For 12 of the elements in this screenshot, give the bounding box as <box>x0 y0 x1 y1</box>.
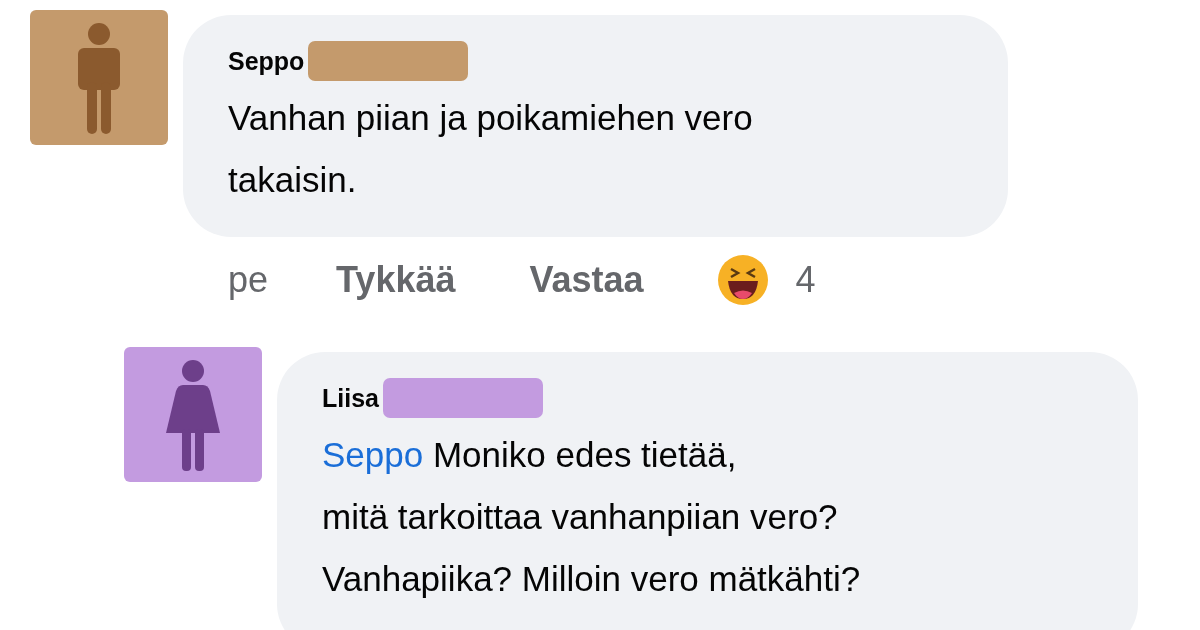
laughing-emoji-icon <box>717 255 768 305</box>
comment-text: Vanhan piian ja poikamiehen vero takaisin. <box>228 97 754 201</box>
comment-text: Seppo Moniko edes tietää, mitä tarkoittaa vanhanpiian vero? Vanhapiika? Milloin vero mätkähti? <box>322 434 862 600</box>
woman-icon <box>166 358 220 471</box>
author-name: Liisa <box>322 383 379 413</box>
reaction-count: 4 <box>795 259 816 301</box>
timestamp: pe <box>228 259 269 301</box>
like-link[interactable]: Tykkää <box>336 259 456 301</box>
mention-link[interactable]: Seppo <box>322 435 424 474</box>
reply-link[interactable]: Vastaa <box>529 259 644 301</box>
man-icon <box>78 21 120 134</box>
author-name: Seppo <box>228 46 305 76</box>
